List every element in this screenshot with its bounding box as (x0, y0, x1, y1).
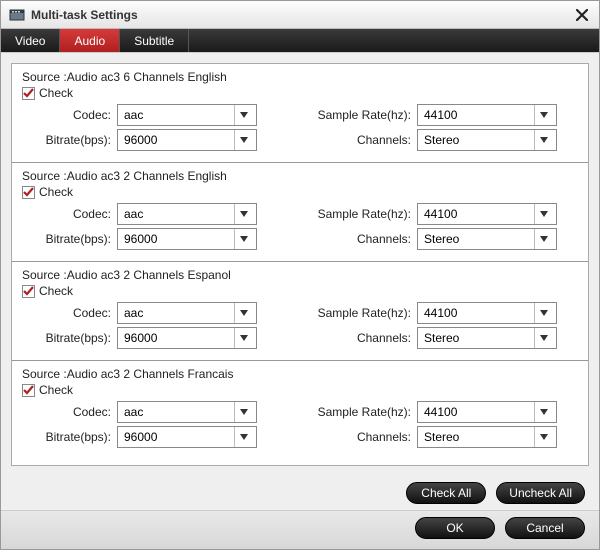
samplerate-value: 44100 (424, 207, 457, 221)
tab-subtitle[interactable]: Subtitle (120, 29, 189, 52)
channels-value: Stereo (424, 232, 459, 246)
uncheck-all-button[interactable]: Uncheck All (496, 482, 585, 504)
samplerate-select[interactable]: 44100 (417, 203, 557, 225)
samplerate-value: 44100 (424, 108, 457, 122)
chevron-down-icon (534, 229, 552, 249)
check-toggle[interactable] (22, 285, 35, 298)
channels-select[interactable]: Stereo (417, 228, 557, 250)
app-icon (9, 7, 25, 23)
track-block: Source :Audio ac3 2 Channels Francais Ch… (12, 361, 588, 459)
check-toggle[interactable] (22, 186, 35, 199)
check-label: Check (39, 284, 73, 298)
track-block: Source :Audio ac3 2 Channels Espanol Che… (12, 262, 588, 361)
channels-value: Stereo (424, 331, 459, 345)
cancel-button[interactable]: Cancel (505, 517, 585, 539)
codec-select[interactable]: aac (117, 302, 257, 324)
codec-label: Codec: (22, 108, 117, 122)
chevron-down-icon (534, 328, 552, 348)
chevron-down-icon (534, 105, 552, 125)
close-icon[interactable] (573, 6, 591, 24)
samplerate-label: Sample Rate(hz): (302, 306, 417, 320)
check-label: Check (39, 86, 73, 100)
codec-select[interactable]: aac (117, 203, 257, 225)
footer-dialog-buttons: OK Cancel (1, 510, 599, 549)
check-label: Check (39, 383, 73, 397)
chevron-down-icon (234, 402, 252, 422)
chevron-down-icon (534, 130, 552, 150)
bitrate-select[interactable]: 96000 (117, 228, 257, 250)
channels-select[interactable]: Stereo (417, 426, 557, 448)
samplerate-value: 44100 (424, 405, 457, 419)
codec-value: aac (124, 207, 143, 221)
codec-label: Codec: (22, 306, 117, 320)
codec-select[interactable]: aac (117, 401, 257, 423)
channels-label: Channels: (302, 133, 417, 147)
codec-value: aac (124, 108, 143, 122)
chevron-down-icon (234, 204, 252, 224)
samplerate-label: Sample Rate(hz): (302, 405, 417, 419)
chevron-down-icon (234, 303, 252, 323)
samplerate-label: Sample Rate(hz): (302, 108, 417, 122)
bitrate-select[interactable]: 96000 (117, 426, 257, 448)
bitrate-value: 96000 (124, 232, 157, 246)
samplerate-select[interactable]: 44100 (417, 302, 557, 324)
chevron-down-icon (534, 402, 552, 422)
chevron-down-icon (534, 204, 552, 224)
chevron-down-icon (234, 328, 252, 348)
bitrate-label: Bitrate(bps): (22, 232, 117, 246)
source-label: Source :Audio ac3 2 Channels English (22, 169, 578, 183)
check-toggle[interactable] (22, 384, 35, 397)
bitrate-value: 96000 (124, 331, 157, 345)
source-label: Source :Audio ac3 6 Channels English (22, 70, 578, 84)
check-toggle[interactable] (22, 87, 35, 100)
chevron-down-icon (234, 105, 252, 125)
bitrate-select[interactable]: 96000 (117, 327, 257, 349)
channels-label: Channels: (302, 331, 417, 345)
ok-button[interactable]: OK (415, 517, 495, 539)
codec-value: aac (124, 306, 143, 320)
chevron-down-icon (534, 303, 552, 323)
samplerate-value: 44100 (424, 306, 457, 320)
footer-check-buttons: Check All Uncheck All (1, 476, 599, 510)
samplerate-select[interactable]: 44100 (417, 104, 557, 126)
settings-window: Multi-task Settings Video Audio Subtitle… (0, 0, 600, 550)
channels-select[interactable]: Stereo (417, 327, 557, 349)
bitrate-label: Bitrate(bps): (22, 331, 117, 345)
codec-label: Codec: (22, 207, 117, 221)
chevron-down-icon (234, 229, 252, 249)
bitrate-label: Bitrate(bps): (22, 133, 117, 147)
channels-value: Stereo (424, 133, 459, 147)
track-block: Source :Audio ac3 2 Channels English Che… (12, 163, 588, 262)
bitrate-value: 96000 (124, 430, 157, 444)
channels-select[interactable]: Stereo (417, 129, 557, 151)
source-label: Source :Audio ac3 2 Channels Francais (22, 367, 578, 381)
bitrate-value: 96000 (124, 133, 157, 147)
tab-bar: Video Audio Subtitle (1, 29, 599, 53)
source-label: Source :Audio ac3 2 Channels Espanol (22, 268, 578, 282)
codec-select[interactable]: aac (117, 104, 257, 126)
check-label: Check (39, 185, 73, 199)
codec-label: Codec: (22, 405, 117, 419)
tab-video[interactable]: Video (1, 29, 60, 52)
chevron-down-icon (534, 427, 552, 447)
bitrate-label: Bitrate(bps): (22, 430, 117, 444)
chevron-down-icon (234, 427, 252, 447)
tracks-panel: Source :Audio ac3 6 Channels English Che… (11, 63, 589, 466)
samplerate-label: Sample Rate(hz): (302, 207, 417, 221)
window-title: Multi-task Settings (31, 8, 573, 22)
track-block: Source :Audio ac3 6 Channels English Che… (12, 64, 588, 163)
channels-label: Channels: (302, 232, 417, 246)
bitrate-select[interactable]: 96000 (117, 129, 257, 151)
channels-label: Channels: (302, 430, 417, 444)
content-area: Source :Audio ac3 6 Channels English Che… (1, 53, 599, 476)
samplerate-select[interactable]: 44100 (417, 401, 557, 423)
check-all-button[interactable]: Check All (406, 482, 486, 504)
codec-value: aac (124, 405, 143, 419)
channels-value: Stereo (424, 430, 459, 444)
tab-audio[interactable]: Audio (60, 29, 120, 52)
chevron-down-icon (234, 130, 252, 150)
titlebar: Multi-task Settings (1, 1, 599, 29)
